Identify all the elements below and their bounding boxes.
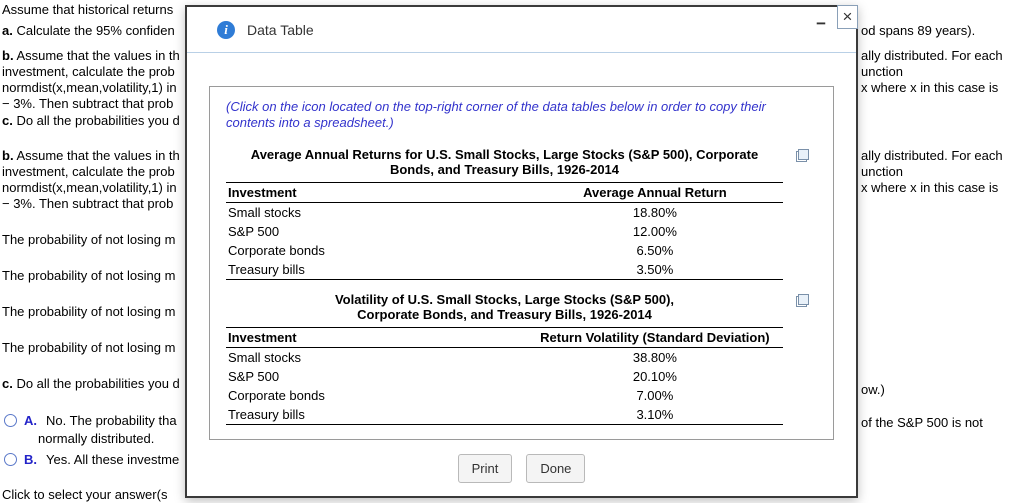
question-text-fragment: of the S&P 500 is not <box>861 415 983 430</box>
dialog-title: Data Table <box>247 21 314 38</box>
answer-option-b[interactable]: B. Yes. All these investme <box>4 452 179 467</box>
average-returns-table: Average Annual Returns for U.S. Small St… <box>226 147 817 280</box>
question-text-fragment: ow.) <box>861 382 885 397</box>
copy-table-icon[interactable] <box>796 294 809 307</box>
question-text-fragment: − 3%. Then subtract that prob <box>2 196 174 211</box>
question-text-fragment: normdist(x,mean,volatility,1) in <box>2 80 177 95</box>
dialog-body: (Click on the icon located on the top-ri… <box>187 53 856 483</box>
question-text-fragment: unction <box>861 64 903 79</box>
question-text-fragment: investment, calculate the prob <box>2 164 175 179</box>
table-title: Volatility of U.S. Small Stocks, Large S… <box>334 292 675 322</box>
question-text-fragment: c. Do all the probabilities you d <box>2 376 180 391</box>
question-text-fragment: c. Do all the probabilities you d <box>2 113 180 128</box>
question-text-fragment: The probability of not losing m <box>2 268 176 283</box>
question-text-fragment: ally distributed. For each <box>861 48 1003 63</box>
copy-table-icon[interactable] <box>796 149 809 162</box>
question-text-fragment: The probability of not losing m <box>2 340 176 355</box>
question-text-fragment: od spans 89 years). <box>861 23 976 38</box>
data-tables-panel: (Click on the icon located on the top-ri… <box>209 86 834 440</box>
radio-button[interactable] <box>4 453 17 466</box>
question-text-fragment: a. Calculate the 95% confiden <box>2 23 175 38</box>
question-text-fragment: The probability of not losing m <box>2 232 176 247</box>
print-button[interactable]: Print <box>457 454 513 483</box>
answer-option-a[interactable]: A. No. The probability tha <box>4 413 177 428</box>
table-title: Average Annual Returns for U.S. Small St… <box>250 147 759 177</box>
option-text: No. The probability tha <box>46 413 177 428</box>
question-text-fragment: x where x in this case is <box>861 180 999 195</box>
table-header-row: Investment Average Annual Return <box>226 182 783 203</box>
column-header-volatility: Return Volatility (Standard Deviation) <box>526 327 783 348</box>
table-row: Corporate bonds 7.00% <box>228 388 674 403</box>
question-text-fragment: b. Assume that the values in th <box>2 148 180 163</box>
data-table-dialog: i Data Table − × (Click on the icon loca… <box>185 5 858 498</box>
done-button[interactable]: Done <box>526 454 586 483</box>
table-header-row: Investment Return Volatility (Standard D… <box>226 327 783 348</box>
table-row: Treasury bills 3.50% <box>226 260 783 280</box>
question-text-fragment: x where x in this case is <box>861 80 999 95</box>
close-button[interactable]: × <box>837 5 858 29</box>
dialog-actions: Print Done <box>209 454 834 483</box>
radio-button[interactable] <box>4 414 17 427</box>
question-text-fragment: unction <box>861 164 903 179</box>
dialog-titlebar[interactable]: i Data Table − × <box>187 5 858 53</box>
option-letter: A. <box>24 413 37 428</box>
column-header-return: Average Annual Return <box>526 182 783 203</box>
table-row: Corporate bonds 6.50% <box>228 243 674 258</box>
copy-instruction-note: (Click on the icon located on the top-ri… <box>226 99 766 130</box>
volatility-table: Volatility of U.S. Small Stocks, Large S… <box>226 292 817 425</box>
answer-select-hint: Click to select your answer(s <box>2 487 168 502</box>
table-row: S&P 500 12.00% <box>228 224 677 239</box>
table-row: Small stocks 38.80% <box>228 350 677 365</box>
question-text-fragment: − 3%. Then subtract that prob <box>2 96 174 111</box>
question-text-fragment: investment, calculate the prob <box>2 64 175 79</box>
question-text-fragment: normally distributed. <box>38 431 155 446</box>
info-icon: i <box>217 20 235 39</box>
question-text-fragment: b. Assume that the values in th <box>2 48 180 63</box>
question-text-fragment: normdist(x,mean,volatility,1) in <box>2 180 177 195</box>
option-text: Yes. All these investme <box>46 452 180 467</box>
table-row: Treasury bills 3.10% <box>226 405 783 425</box>
minimize-button[interactable]: − <box>816 15 826 32</box>
question-text-fragment: The probability of not losing m <box>2 304 176 319</box>
table-row: Small stocks 18.80% <box>228 205 677 220</box>
question-text-fragment: ally distributed. For each <box>861 148 1003 163</box>
question-page: { "bg": { "left": [ { "t": "Assume that … <box>0 0 1024 503</box>
column-header-investment: Investment <box>226 327 527 348</box>
option-letter: B. <box>24 452 37 467</box>
table-row: S&P 500 20.10% <box>228 369 677 384</box>
question-text-fragment: Assume that historical returns <box>2 2 174 17</box>
column-header-investment: Investment <box>226 182 527 203</box>
